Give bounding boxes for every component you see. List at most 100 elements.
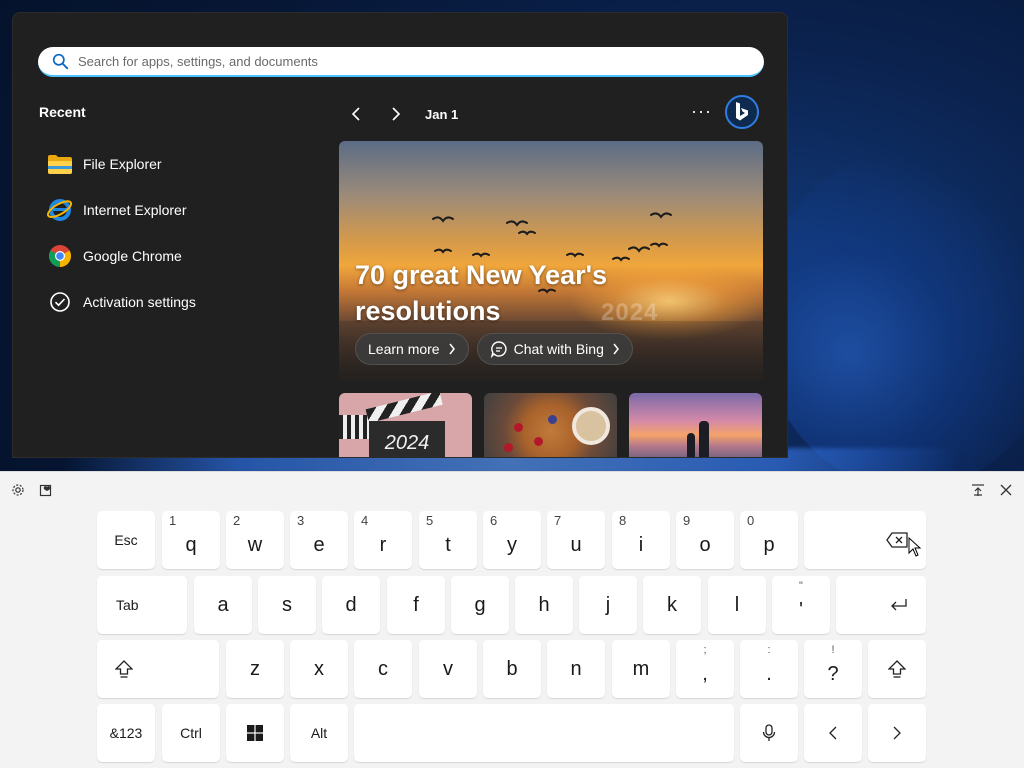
waffles-image[interactable]	[484, 393, 617, 457]
key-j[interactable]: j	[579, 576, 637, 634]
key-backspace[interactable]	[804, 511, 926, 569]
key-l[interactable]: l	[708, 576, 766, 634]
key-label: a	[217, 593, 229, 616]
news-thumbnails: 2024	[339, 393, 762, 457]
key-label: Tab	[116, 597, 139, 613]
key-q[interactable]: 1q	[162, 511, 220, 569]
next-arrow-icon[interactable]	[383, 101, 409, 127]
key-label: ,	[702, 662, 708, 685]
key-number: 0	[747, 513, 755, 528]
key-x[interactable]: x	[290, 640, 348, 698]
key-alt-label: ;	[703, 644, 707, 656]
search-input[interactable]	[78, 53, 718, 69]
key-n[interactable]: n	[547, 640, 605, 698]
previous-arrow-icon[interactable]	[343, 101, 369, 127]
recent-list: File Explorer Internet Explorer Google C…	[47, 141, 307, 325]
recent-item-internet-explorer[interactable]: Internet Explorer	[47, 187, 307, 233]
emoji-clipboard-icon[interactable]	[38, 482, 54, 498]
close-icon[interactable]	[998, 482, 1014, 498]
chevron-right-icon	[449, 343, 455, 355]
key-shift-left[interactable]	[97, 640, 219, 698]
key-left-arrow[interactable]	[804, 704, 862, 762]
key-apostrophe[interactable]: " '	[772, 576, 830, 634]
learn-more-button[interactable]: Learn more	[355, 333, 469, 365]
key-i[interactable]: 8i	[612, 511, 670, 569]
key-o[interactable]: 9o	[676, 511, 734, 569]
wallpaper-glow	[760, 150, 1024, 490]
key-symbols[interactable]: &123	[97, 704, 155, 762]
key-windows[interactable]	[226, 704, 284, 762]
touch-keyboard: Esc 1q 2w 3e 4r 5t 6y 7u 8i 9o 0p Tab a …	[0, 471, 1024, 768]
key-h[interactable]: h	[515, 576, 573, 634]
key-esc[interactable]: Esc	[97, 511, 155, 569]
key-question[interactable]: !?	[804, 640, 862, 698]
hero-title: 70 great New Year's resolutions	[355, 260, 608, 326]
chrome-icon	[47, 243, 73, 269]
key-w[interactable]: 2w	[226, 511, 284, 569]
berry-graphic	[514, 423, 523, 432]
search-icon	[52, 53, 69, 69]
key-v[interactable]: v	[419, 640, 477, 698]
recent-item-file-explorer[interactable]: File Explorer	[47, 141, 307, 187]
chat-with-bing-button[interactable]: Chat with Bing	[476, 333, 633, 365]
sunset-couple-image[interactable]	[629, 393, 762, 457]
key-k[interactable]: k	[643, 576, 701, 634]
key-label: f	[413, 593, 419, 616]
key-m[interactable]: m	[612, 640, 670, 698]
key-p[interactable]: 0p	[740, 511, 798, 569]
clapperboard-image[interactable]: 2024	[339, 393, 472, 457]
key-a[interactable]: a	[194, 576, 252, 634]
key-label: w	[247, 533, 263, 556]
key-comma[interactable]: ;,	[676, 640, 734, 698]
key-u[interactable]: 7u	[547, 511, 605, 569]
key-label: Esc	[114, 532, 138, 548]
recent-item-google-chrome[interactable]: Google Chrome	[47, 233, 307, 279]
key-b[interactable]: b	[483, 640, 541, 698]
key-d[interactable]: d	[322, 576, 380, 634]
key-alt[interactable]: Alt	[290, 704, 348, 762]
key-z[interactable]: z	[226, 640, 284, 698]
news-date: Jan 1	[425, 106, 459, 122]
key-label: '	[799, 598, 803, 621]
key-t[interactable]: 5t	[419, 511, 477, 569]
news-hero-card[interactable]: 2024 70 great New Year's resolutions Lea…	[339, 141, 763, 381]
settings-gear-icon[interactable]	[10, 482, 26, 498]
key-label: c	[378, 657, 388, 680]
key-period[interactable]: :.	[740, 640, 798, 698]
key-label: e	[313, 533, 325, 556]
key-microphone[interactable]	[740, 704, 798, 762]
key-label: p	[763, 533, 775, 556]
key-label: b	[506, 657, 518, 680]
key-r[interactable]: 4r	[354, 511, 412, 569]
key-right-arrow[interactable]	[868, 704, 926, 762]
key-label: d	[345, 593, 357, 616]
key-c[interactable]: c	[354, 640, 412, 698]
key-alt-label: :	[767, 644, 771, 656]
key-shift-right[interactable]	[868, 640, 926, 698]
key-space[interactable]	[354, 704, 734, 762]
microphone-icon	[762, 724, 776, 741]
key-tab[interactable]: Tab	[97, 576, 187, 634]
learn-more-label: Learn more	[368, 341, 440, 357]
windows-logo-icon	[247, 725, 263, 741]
dock-keyboard-icon[interactable]	[970, 482, 986, 498]
key-enter[interactable]	[836, 576, 926, 634]
search-box[interactable]	[38, 47, 764, 77]
key-f[interactable]: f	[387, 576, 445, 634]
chevron-right-icon	[893, 726, 901, 740]
key-ctrl[interactable]: Ctrl	[162, 704, 220, 762]
more-options-button[interactable]: ···	[691, 101, 712, 122]
key-label: &123	[109, 725, 143, 741]
chat-with-bing-label: Chat with Bing	[513, 341, 604, 357]
recent-item-activation-settings[interactable]: Activation settings	[47, 279, 307, 325]
key-s[interactable]: s	[258, 576, 316, 634]
key-g[interactable]: g	[451, 576, 509, 634]
start-menu-panel: Recent File Explorer Internet Explorer	[12, 12, 788, 458]
key-e[interactable]: 3e	[290, 511, 348, 569]
bing-button[interactable]	[725, 95, 759, 129]
key-label: o	[699, 533, 711, 556]
key-y[interactable]: 6y	[483, 511, 541, 569]
key-label: .	[766, 662, 772, 685]
chat-bubble-icon	[490, 341, 507, 358]
key-number: 3	[297, 513, 305, 528]
